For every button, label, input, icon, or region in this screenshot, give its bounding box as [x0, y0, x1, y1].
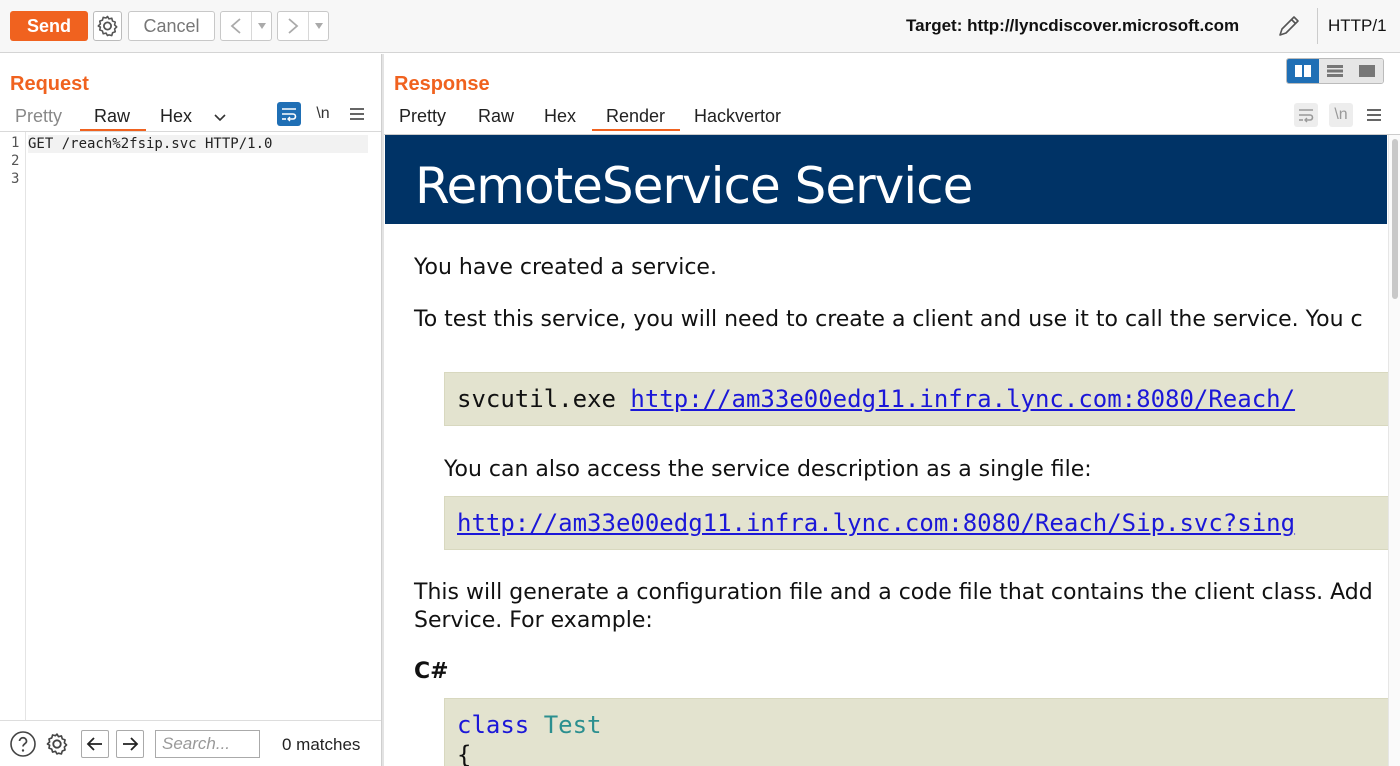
- request-tab-hex[interactable]: Hex: [160, 106, 192, 127]
- caret-down-icon: [257, 23, 266, 29]
- chevron-right-icon: [288, 18, 299, 34]
- request-title: Request: [10, 73, 89, 95]
- request-tabs-more-dropdown[interactable]: [208, 106, 232, 130]
- send-button[interactable]: Send: [10, 11, 88, 41]
- arrow-right-icon: [123, 737, 139, 751]
- response-active-tab-indicator: [592, 129, 680, 131]
- word-wrap-icon: [282, 108, 297, 122]
- pencil-icon: [1279, 16, 1299, 36]
- top-toolbar: Send Cancel Target: http://lyncdiscover.…: [0, 0, 1400, 53]
- code-class-name: Test: [543, 711, 602, 739]
- gear-icon: [46, 733, 68, 755]
- columns-icon: [1295, 65, 1311, 77]
- code-keyword: class: [457, 711, 530, 739]
- line-number: 3: [11, 171, 20, 187]
- send-options-button[interactable]: [93, 11, 122, 41]
- chevron-down-icon: [214, 114, 226, 122]
- csharp-code-line-2: {: [457, 741, 472, 766]
- test-service-text: To test this service, you will need to c…: [414, 307, 1363, 332]
- svcutil-command-text: svcutil.exe http://am33e00edg11.infra.ly…: [457, 385, 1295, 413]
- response-tab-pretty[interactable]: Pretty: [399, 106, 446, 127]
- single-wsdl-link[interactable]: http://am33e00edg11.infra.lync.com:8080/…: [457, 509, 1295, 537]
- layout-stacked-button[interactable]: [1319, 59, 1351, 83]
- back-nav-group: [220, 11, 272, 41]
- response-tab-hackvertor[interactable]: Hackvertor: [694, 106, 781, 127]
- response-title: Response: [394, 73, 490, 95]
- banner-title: RemoteService Service: [415, 157, 973, 215]
- response-tab-render[interactable]: Render: [606, 106, 665, 127]
- layout-toggle-group: [1286, 58, 1384, 84]
- render-scrollbar[interactable]: [1388, 135, 1400, 766]
- search-input[interactable]: [155, 730, 260, 758]
- csharp-heading: C#: [414, 659, 449, 684]
- response-newline-toggle[interactable]: \n: [1329, 103, 1353, 127]
- config-file-text-line1: This will generate a configuration file …: [414, 580, 1373, 605]
- request-line-1[interactable]: GET /reach%2fsip.svc HTTP/1.0: [28, 135, 368, 153]
- back-button[interactable]: [221, 12, 251, 40]
- toolbar-separator: [1317, 8, 1318, 44]
- edit-target-button[interactable]: [1274, 11, 1304, 41]
- rendered-response-view: RemoteService Service You have created a…: [384, 134, 1400, 766]
- rows-icon: [1327, 65, 1343, 77]
- wsdl-link[interactable]: http://am33e00edg11.infra.lync.com:8080/…: [630, 385, 1295, 413]
- forward-button[interactable]: [278, 12, 308, 40]
- line-number: 2: [11, 153, 20, 169]
- request-word-wrap-toggle[interactable]: [277, 102, 301, 126]
- single-wsdl-box: http://am33e00edg11.infra.lync.com:8080/…: [444, 496, 1394, 550]
- response-menu-button[interactable]: [1362, 103, 1386, 127]
- render-scrollbar-thumb[interactable]: [1392, 139, 1398, 299]
- search-match-count: 0 matches: [282, 735, 361, 754]
- single-file-text: You can also access the service descript…: [444, 457, 1092, 482]
- svcutil-command-box: svcutil.exe http://am33e00edg11.infra.ly…: [444, 372, 1394, 426]
- back-history-dropdown[interactable]: [251, 12, 271, 40]
- layout-side-by-side-button[interactable]: [1287, 59, 1319, 83]
- request-newline-toggle[interactable]: \n: [311, 102, 335, 126]
- response-tab-raw[interactable]: Raw: [478, 106, 514, 127]
- request-editor[interactable]: 1 2 3 GET /reach%2fsip.svc HTTP/1.0: [0, 132, 381, 722]
- request-pane: Request Pretty Raw Hex \n 1 2 3 GET /rea…: [0, 54, 381, 766]
- search-previous-button[interactable]: [81, 730, 109, 758]
- layout-tabs-button[interactable]: [1351, 59, 1383, 83]
- target-host-label: Target: http://lyncdiscover.microsoft.co…: [906, 16, 1240, 35]
- response-tab-hex[interactable]: Hex: [544, 106, 576, 127]
- csharp-code-line-1: class Test: [457, 711, 602, 739]
- gear-icon: [97, 15, 118, 37]
- help-icon: [10, 731, 36, 757]
- csharp-code-box: class Test {: [444, 698, 1394, 766]
- forward-nav-group: [277, 11, 329, 41]
- word-wrap-icon: [1299, 109, 1314, 123]
- forward-history-dropdown[interactable]: [308, 12, 328, 40]
- request-tab-pretty[interactable]: Pretty: [15, 106, 62, 127]
- page-banner: RemoteService Service: [385, 135, 1387, 224]
- response-pane: Response Pretty Raw Hex Render Hackverto…: [384, 54, 1400, 766]
- hamburger-icon: [1367, 109, 1381, 121]
- search-settings-button[interactable]: [43, 730, 71, 763]
- protocol-version-label[interactable]: HTTP/1: [1328, 16, 1387, 36]
- request-search-bar: 0 matches: [0, 720, 381, 766]
- request-menu-button[interactable]: [345, 102, 369, 126]
- cancel-button[interactable]: Cancel: [128, 11, 215, 41]
- hamburger-icon: [350, 108, 364, 120]
- caret-down-icon: [314, 23, 323, 29]
- request-tab-raw[interactable]: Raw: [94, 106, 130, 127]
- help-button[interactable]: [9, 730, 37, 763]
- search-next-button[interactable]: [116, 730, 144, 758]
- line-number: 1: [11, 135, 20, 151]
- svcutil-command-prefix: svcutil.exe: [457, 385, 631, 413]
- response-word-wrap-toggle[interactable]: [1294, 103, 1318, 127]
- arrow-left-icon: [86, 737, 102, 751]
- line-number-gutter: [0, 132, 26, 722]
- created-service-text: You have created a service.: [414, 255, 717, 280]
- single-pane-icon: [1359, 65, 1375, 77]
- config-file-text-line2: Service. For example:: [414, 608, 653, 633]
- chevron-left-icon: [230, 18, 241, 34]
